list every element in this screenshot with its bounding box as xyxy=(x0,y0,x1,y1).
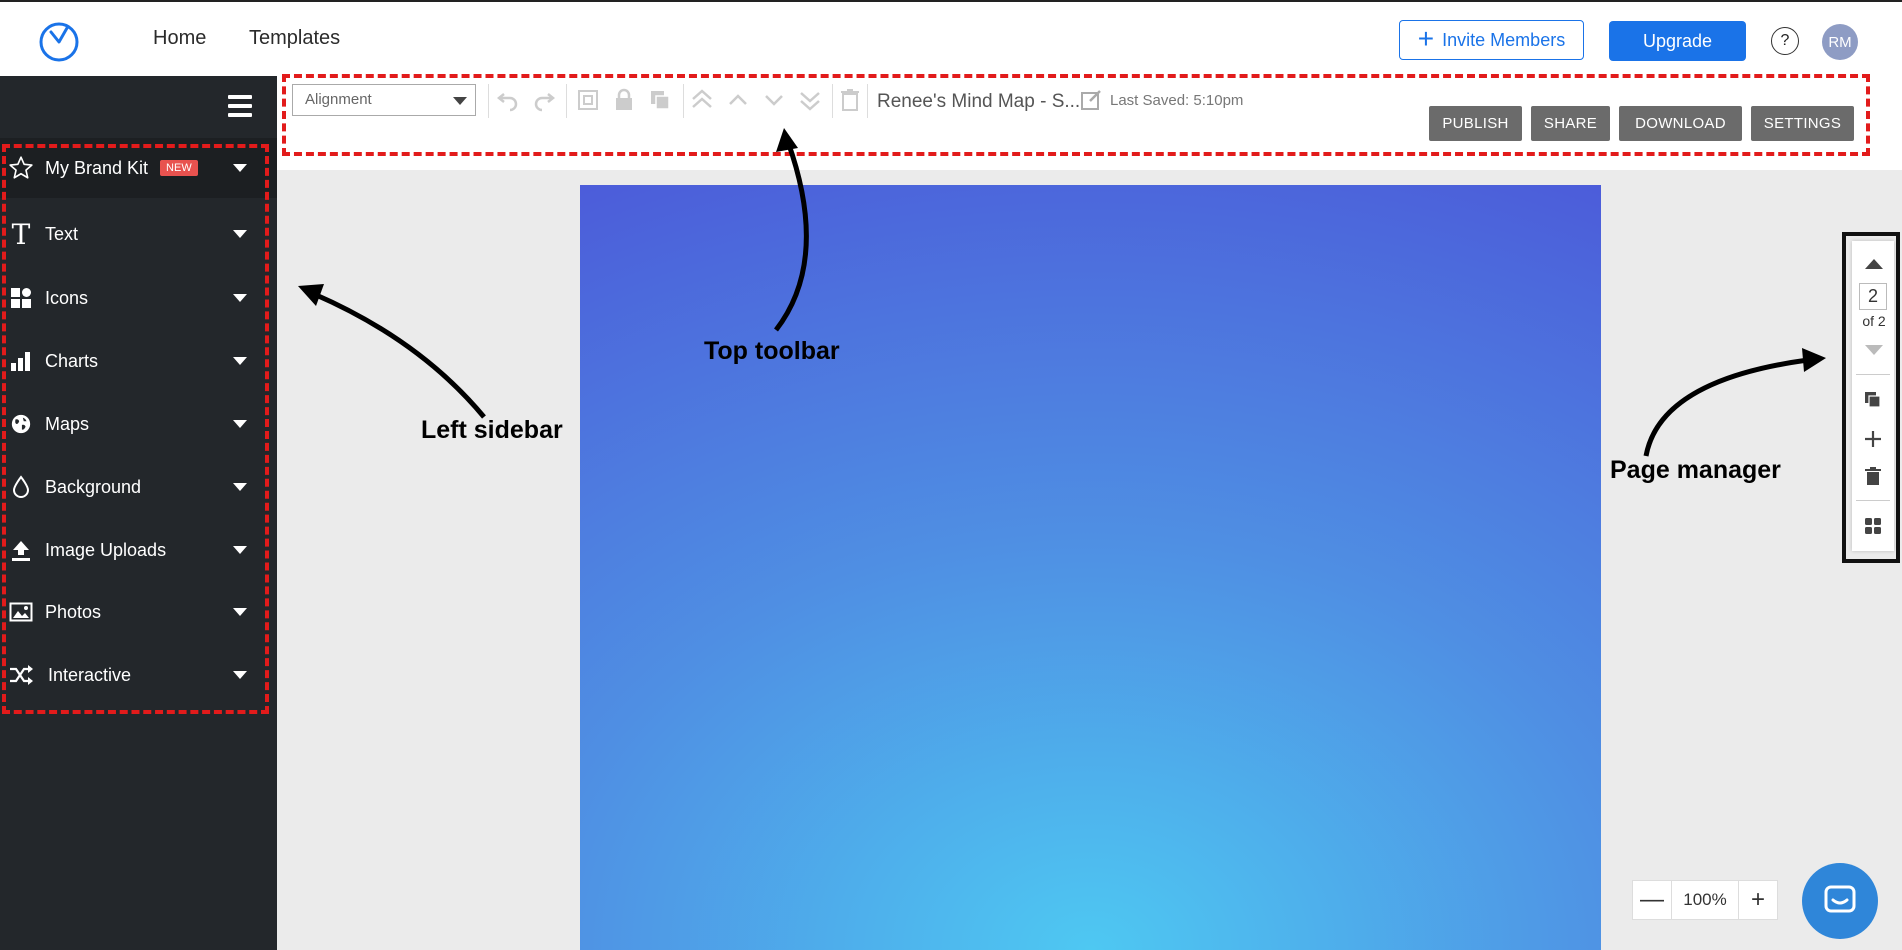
group-icon[interactable] xyxy=(574,86,602,114)
page-manager-highlight xyxy=(1842,232,1900,563)
redo-icon[interactable] xyxy=(530,86,558,114)
undo-icon[interactable] xyxy=(494,86,522,114)
shapes-icon xyxy=(7,284,35,312)
sidebar-item-label: Maps xyxy=(45,413,90,434)
annotation-page-manager: Page manager xyxy=(1610,456,1781,484)
chevron-down-icon[interactable] xyxy=(233,420,247,428)
alignment-select-value: Alignment xyxy=(305,91,372,108)
annotation-top-toolbar: Top toolbar xyxy=(704,337,840,365)
star-icon xyxy=(7,154,35,182)
bring-to-front-icon[interactable] xyxy=(688,86,716,114)
duplicate-icon[interactable] xyxy=(646,86,674,114)
sidebar-item-background[interactable]: Background xyxy=(0,457,277,517)
toolbar-divider xyxy=(683,84,684,118)
share-button[interactable]: SHARE xyxy=(1531,106,1610,141)
chat-launcher-button[interactable] xyxy=(1802,863,1878,939)
annotation-left-sidebar: Left sidebar xyxy=(421,416,563,444)
sidebar-item-photos[interactable]: Photos xyxy=(0,582,277,642)
chevron-down-icon[interactable] xyxy=(233,357,247,365)
chevron-down-icon[interactable] xyxy=(233,483,247,491)
toolbar-divider xyxy=(488,84,489,118)
toolbar-divider xyxy=(867,84,868,118)
zoom-out-button[interactable]: — xyxy=(1633,886,1671,914)
sidebar-item-label: Charts xyxy=(45,350,99,371)
chevron-down-icon[interactable] xyxy=(233,294,247,302)
new-badge: NEW xyxy=(160,160,198,176)
settings-button[interactable]: SETTINGS xyxy=(1751,106,1854,141)
sidebar-item-text[interactable]: T Text xyxy=(0,204,277,264)
alignment-select[interactable]: Alignment xyxy=(292,84,476,116)
help-icon[interactable]: ? xyxy=(1771,27,1799,55)
chevron-down-icon[interactable] xyxy=(233,671,247,679)
top-nav: Home Templates + Invite Members Upgrade … xyxy=(0,0,1902,76)
text-icon: T xyxy=(11,217,31,251)
app-logo-icon[interactable] xyxy=(37,18,81,62)
chevron-down-icon[interactable] xyxy=(233,546,247,554)
hamburger-menu-icon[interactable] xyxy=(228,95,252,122)
sidebar-item-maps[interactable]: Maps xyxy=(0,394,277,454)
send-backward-icon[interactable] xyxy=(760,86,788,114)
avatar[interactable]: RM xyxy=(1822,24,1858,60)
sidebar-item-image-uploads[interactable]: Image Uploads xyxy=(0,520,277,580)
chevron-down-icon[interactable] xyxy=(233,608,247,616)
arrow-to-sidebar xyxy=(313,291,486,419)
sidebar-item-label: Icons xyxy=(45,287,89,308)
arrow-head-page-manager xyxy=(1802,348,1826,372)
bar-chart-icon xyxy=(7,347,35,375)
sidebar-item-interactive[interactable]: Interactive xyxy=(0,645,277,705)
nav-templates-link[interactable]: Templates xyxy=(249,27,340,50)
sidebar-item-label: Interactive xyxy=(48,664,132,685)
sidebar-item-brand-kit[interactable]: My Brand Kit NEW xyxy=(0,138,277,198)
download-button[interactable]: DOWNLOAD xyxy=(1619,106,1742,141)
sidebar-item-label: Image Uploads xyxy=(45,539,167,560)
toolbar-divider xyxy=(832,84,833,118)
upgrade-button[interactable]: Upgrade xyxy=(1609,21,1746,61)
invite-members-button[interactable]: + Invite Members xyxy=(1399,20,1584,60)
arrow-to-page-manager xyxy=(1643,357,1809,457)
zoom-level: 100% xyxy=(1671,881,1739,919)
chat-icon xyxy=(1824,885,1856,913)
nav-home-link[interactable]: Home xyxy=(153,27,206,50)
last-saved-status: Last Saved: 5:10pm xyxy=(1110,92,1244,109)
document-title[interactable]: Renee's Mind Map - S... xyxy=(877,91,1080,113)
chevron-down-icon xyxy=(453,97,467,105)
zoom-control: — 100% + xyxy=(1632,880,1778,920)
chevron-down-icon[interactable] xyxy=(233,230,247,238)
send-to-back-icon[interactable] xyxy=(796,86,824,114)
image-icon xyxy=(7,598,35,626)
toolbar-divider xyxy=(566,84,567,118)
edit-icon[interactable] xyxy=(1077,86,1105,114)
sidebar-item-label: My Brand Kit xyxy=(45,157,149,178)
bring-forward-icon[interactable] xyxy=(724,86,752,114)
zoom-in-button[interactable]: + xyxy=(1739,886,1777,914)
invite-members-label: Invite Members xyxy=(1442,29,1566,50)
sidebar-item-label: Photos xyxy=(45,601,102,622)
sidebar-item-label: Background xyxy=(45,476,142,497)
sidebar-item-icons[interactable]: Icons xyxy=(0,268,277,328)
sidebar-item-label: Text xyxy=(45,223,79,244)
arrow-head-sidebar xyxy=(298,284,324,306)
upload-icon xyxy=(7,536,35,564)
shuffle-icon xyxy=(7,661,35,689)
chevron-down-icon[interactable] xyxy=(233,164,247,172)
droplet-icon xyxy=(7,473,35,501)
design-canvas[interactable] xyxy=(580,185,1601,950)
trash-icon[interactable] xyxy=(836,86,864,114)
left-sidebar: My Brand Kit NEW T Text Icons Charts Map… xyxy=(0,76,277,950)
sidebar-item-charts[interactable]: Charts xyxy=(0,331,277,391)
publish-button[interactable]: PUBLISH xyxy=(1429,106,1522,141)
globe-icon xyxy=(7,410,35,438)
plus-icon: + xyxy=(1417,22,1435,54)
lock-icon[interactable] xyxy=(610,86,638,114)
